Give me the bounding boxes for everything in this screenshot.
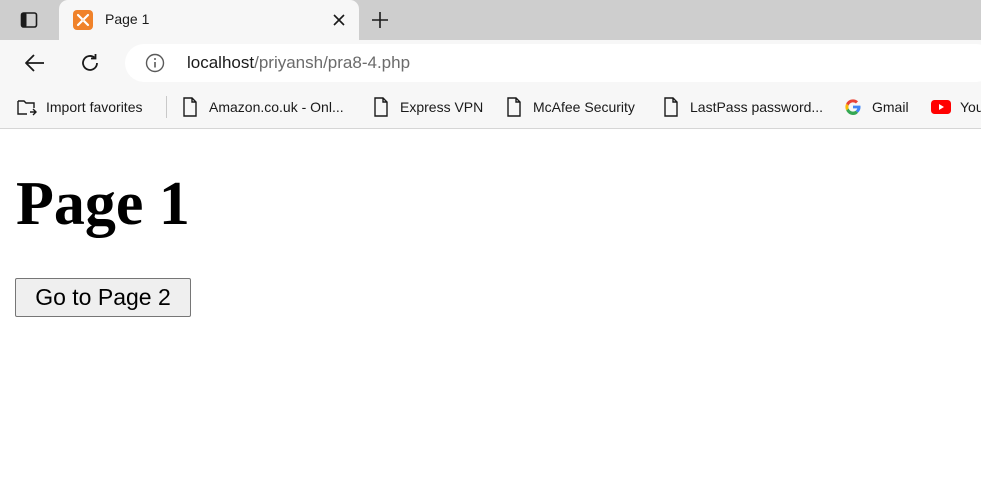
import-favorites-icon [17,97,37,117]
page-icon [371,97,391,117]
favorite-lastpass[interactable]: LastPass password... [661,96,823,118]
favorite-amazon[interactable]: Amazon.co.uk - Onl... [180,96,344,118]
tab-strip: Page 1 [0,0,981,40]
favorite-youtube[interactable]: You [931,96,981,118]
back-arrow-icon [25,54,44,72]
xampp-icon [73,10,93,30]
favorite-label: Gmail [872,99,909,115]
close-icon [333,14,345,26]
favorite-gmail[interactable]: Gmail [843,96,909,118]
refresh-icon [82,54,98,71]
favorite-import[interactable]: Import favorites [17,96,142,118]
tab-title: Page 1 [105,11,150,27]
page-icon [504,97,524,117]
favorite-label: You [960,99,981,115]
page-icon [661,97,681,117]
page-heading: Page 1 [16,170,190,238]
new-tab-button[interactable] [366,6,394,34]
favorite-label: Amazon.co.uk - Onl... [209,99,344,115]
back-button[interactable] [19,47,51,79]
favorites-bar: Import favorites Amazon.co.uk - Onl... E… [0,86,981,129]
go-to-page-2-button[interactable]: Go to Page 2 [15,278,191,317]
tab-active[interactable]: Page 1 [59,0,359,40]
site-info-icon[interactable] [145,53,165,73]
favorite-label: McAfee Security [533,99,635,115]
favorite-label: Import favorites [46,99,143,115]
tab-actions-button[interactable] [10,7,48,33]
url-host: localhost [187,53,255,72]
refresh-button[interactable] [74,47,106,79]
google-icon [843,97,863,117]
tab-actions-icon [20,12,38,28]
page-icon [180,97,200,117]
favorites-divider [166,96,167,118]
url-path: /priyansh/pra8-4.php [254,53,411,72]
plus-icon [372,12,388,28]
tab-close-button[interactable] [329,10,349,30]
youtube-icon [931,97,951,117]
toolbar: localhost/priyansh/pra8-4.php [0,40,981,86]
favorite-mcafee[interactable]: McAfee Security [504,96,635,118]
address-bar[interactable]: localhost/priyansh/pra8-4.php [125,44,981,82]
favorite-label: LastPass password... [690,99,824,115]
url-text: localhost/priyansh/pra8-4.php [187,53,410,73]
favorite-express-vpn[interactable]: Express VPN [371,96,483,118]
favorite-label: Express VPN [400,99,484,115]
